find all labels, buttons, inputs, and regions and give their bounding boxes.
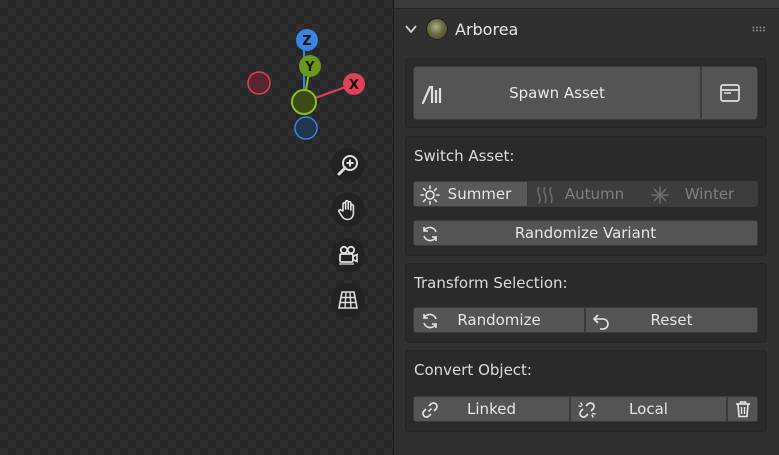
season-summer-label: Summer [447, 185, 512, 203]
season-autumn-button[interactable]: Autumn [528, 181, 643, 207]
spawn-asset-button[interactable]: Spawn Asset [413, 66, 701, 120]
transform-randomize-label: Randomize [457, 311, 541, 329]
snowflake-icon [651, 186, 669, 204]
chevron-down-icon[interactable] [404, 22, 418, 36]
camera-icon [339, 245, 358, 265]
convert-linked-label: Linked [467, 400, 516, 418]
panel-header[interactable]: Arborea [394, 10, 779, 48]
refresh-icon [423, 313, 437, 329]
neg-x-axis[interactable] [247, 71, 271, 95]
season-summer-button[interactable]: Summer [413, 181, 528, 207]
zoom-icon [337, 155, 358, 176]
spawn-section: Spawn Asset [405, 58, 767, 128]
y-axis-label: Y [304, 60, 315, 75]
pan-button[interactable] [331, 193, 365, 227]
sun-icon [420, 185, 440, 205]
refresh-icon [423, 226, 437, 242]
convert-local-button[interactable]: Local [570, 396, 727, 422]
navigation-gizmo[interactable]: Y Z X [240, 22, 380, 152]
asset-library-icon [421, 85, 442, 105]
randomize-variant-label: Randomize Variant [514, 224, 657, 242]
link-icon [422, 402, 438, 418]
drag-grip-icon[interactable] [752, 26, 766, 32]
neg-z-axis[interactable] [294, 116, 318, 140]
asset-browser-button[interactable] [701, 66, 758, 120]
delete-button[interactable] [727, 396, 758, 422]
heat-waves-icon [537, 186, 553, 204]
grid-ortho-icon [338, 291, 358, 309]
convert-object-section: Convert Object: Linked Local [405, 350, 767, 432]
hand-pan-icon [338, 199, 355, 221]
randomize-variant-button[interactable]: Randomize Variant [413, 220, 758, 246]
trash-icon [735, 401, 750, 418]
season-winter-button[interactable]: Winter [643, 181, 758, 207]
panel-top-strip [394, 0, 779, 9]
transform-selection-heading: Transform Selection: [414, 274, 568, 292]
transform-randomize-button[interactable]: Randomize [413, 307, 585, 333]
unlink-icon [578, 402, 596, 418]
window-icon [719, 84, 740, 102]
arborea-panel: Arborea Spawn Asset Switch Asset: Summer… [393, 0, 779, 455]
neg-y-axis[interactable] [291, 89, 317, 115]
season-winter-label: Winter [684, 185, 735, 203]
convert-local-label: Local [629, 400, 668, 418]
convert-linked-button[interactable]: Linked [413, 396, 570, 422]
panel-title: Arborea [455, 19, 519, 39]
undo-icon [592, 314, 609, 330]
z-axis-label: Z [302, 34, 311, 49]
camera-view-button[interactable] [331, 238, 365, 272]
arborea-logo-icon [426, 18, 448, 40]
convert-object-heading: Convert Object: [414, 361, 532, 379]
season-autumn-label: Autumn [564, 185, 625, 203]
switch-asset-heading: Switch Asset: [414, 147, 515, 165]
transform-reset-label: Reset [650, 311, 693, 329]
ortho-view-button[interactable] [331, 283, 365, 317]
transform-reset-button[interactable]: Reset [585, 307, 758, 333]
spawn-asset-label: Spawn Asset [509, 84, 605, 102]
zoom-button[interactable] [331, 148, 365, 182]
transform-selection-section: Transform Selection: Randomize Reset [405, 263, 767, 343]
x-axis-label: X [349, 78, 359, 93]
switch-asset-section: Switch Asset: Summer Autumn Winter Rando… [405, 136, 767, 256]
